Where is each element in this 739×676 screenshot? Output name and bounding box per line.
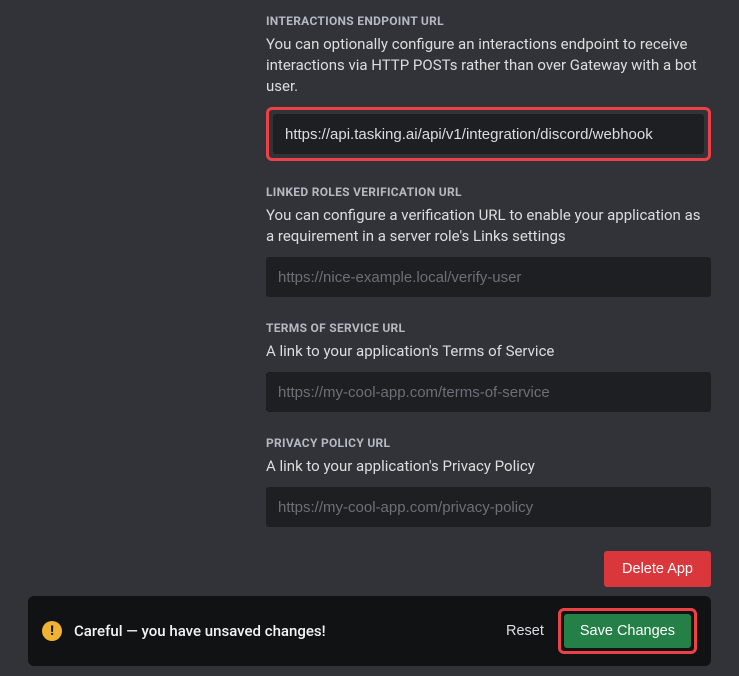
linked-roles-section: LINKED ROLES VERIFICATION URL You can co… [266,185,711,297]
linked-roles-desc: You can configure a verification URL to … [266,205,711,247]
privacy-section: PRIVACY POLICY URL A link to your applic… [266,436,711,527]
interactions-endpoint-desc: You can optionally configure an interact… [266,34,711,97]
privacy-desc: A link to your application's Privacy Pol… [266,456,711,477]
reset-button[interactable]: Reset [506,623,544,639]
delete-app-button[interactable]: Delete App [604,551,711,587]
privacy-input[interactable] [266,487,711,527]
tos-input-wrap [266,372,711,412]
linked-roles-input[interactable] [266,257,711,297]
interactions-endpoint-highlight [266,107,711,161]
interactions-endpoint-section: INTERACTIONS ENDPOINT URL You can option… [266,14,711,161]
tos-desc: A link to your application's Terms of Se… [266,341,711,362]
interactions-endpoint-label: INTERACTIONS ENDPOINT URL [266,14,711,28]
tos-section: TERMS OF SERVICE URL A link to your appl… [266,321,711,412]
unsaved-changes-toast: ! Careful — you have unsaved changes! Re… [28,596,711,666]
warning-icon-mark: ! [50,625,54,638]
linked-roles-input-wrap [266,257,711,297]
interactions-endpoint-input[interactable] [273,114,704,154]
privacy-input-wrap [266,487,711,527]
save-button-highlight: Save Changes [558,608,697,654]
linked-roles-label: LINKED ROLES VERIFICATION URL [266,185,711,199]
save-changes-button[interactable]: Save Changes [564,614,691,648]
actions-row: Delete App [0,551,739,587]
tos-label: TERMS OF SERVICE URL [266,321,711,335]
settings-panel: INTERACTIONS ENDPOINT URL You can option… [0,0,739,527]
toast-message: Careful — you have unsaved changes! [74,622,506,640]
privacy-label: PRIVACY POLICY URL [266,436,711,450]
warning-icon: ! [42,621,62,641]
tos-input[interactable] [266,372,711,412]
